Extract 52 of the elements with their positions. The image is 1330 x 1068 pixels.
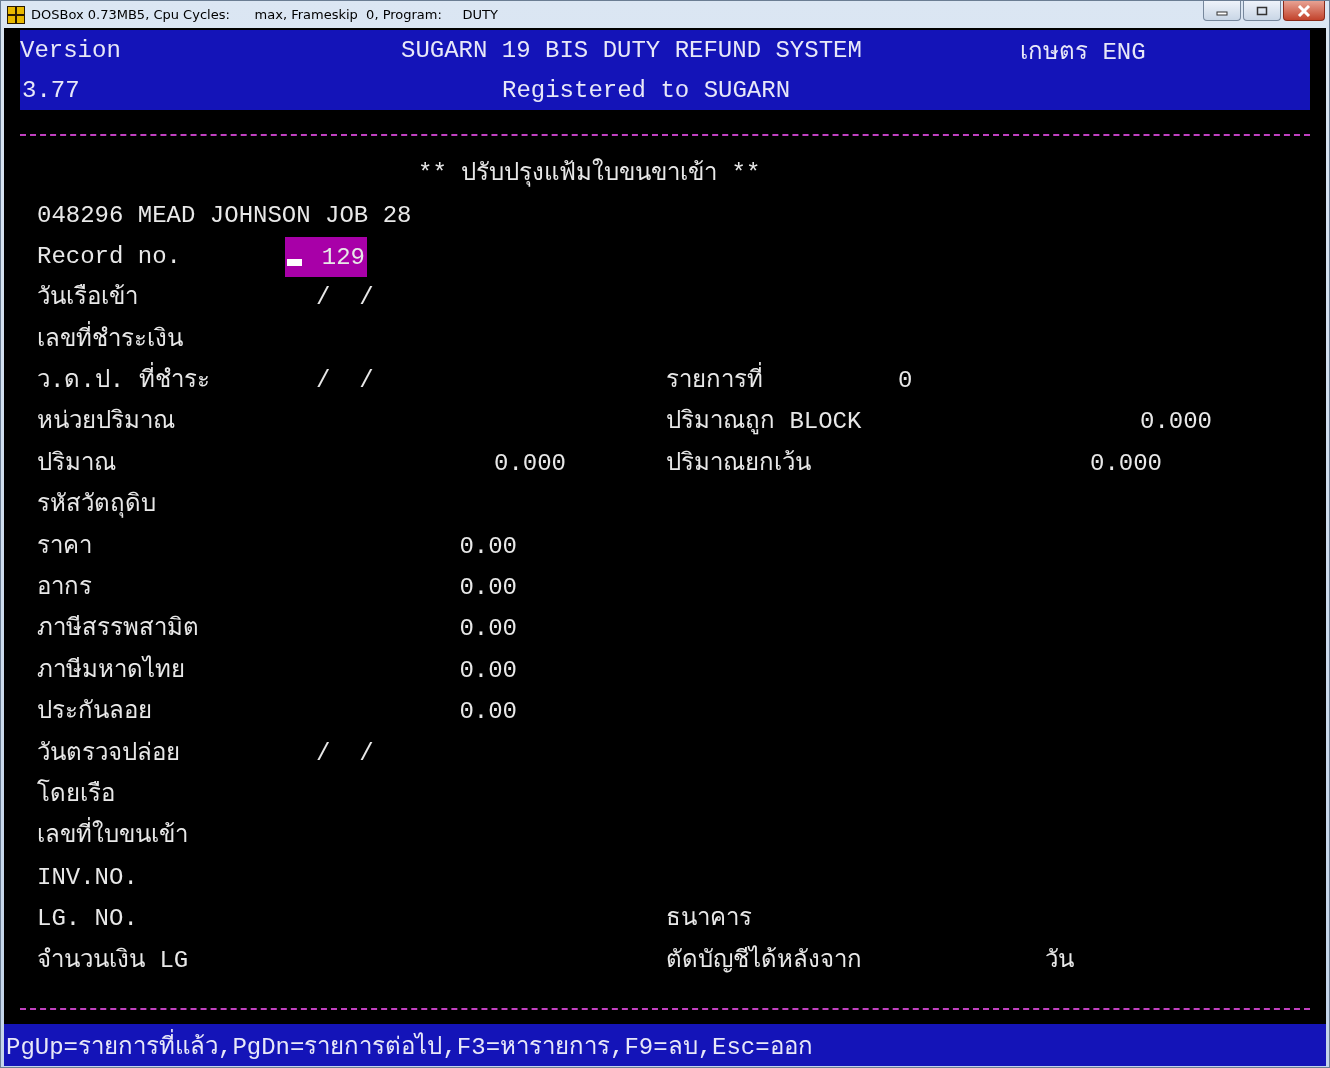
version-label: Version (20, 36, 122, 64)
close-button[interactable] (1283, 1, 1325, 21)
field-label: ปริมาณยกเว้น (666, 448, 812, 479)
field-label: Record no. (37, 241, 182, 272)
field-label: วันตรวจปล่อย (37, 738, 180, 769)
field-label: อากร (37, 573, 92, 603)
date-value: / / (315, 366, 374, 397)
registration-text: Registered to SUGARN (502, 76, 791, 104)
amount-value: 0.00 (458, 655, 517, 686)
field-label: ปริมาณ (37, 448, 116, 479)
field-label: หน่วยปริมาณ (37, 407, 175, 438)
amount-value: 0.00 (458, 531, 517, 562)
field-label: โดยเรือ (37, 778, 115, 810)
window-title: DOSBox 0.73MB5, Cpu Cycles: max, Frameskip 0, Program: DUTY (31, 7, 499, 22)
amount-value: 0.00 (458, 573, 517, 603)
maximize-icon (1256, 5, 1268, 16)
company-text: 048296 MEAD JOHNSON JOB 28 (37, 200, 412, 231)
field-label: วันเรือเข้า (37, 283, 138, 314)
quantity-value: 0.000 (1139, 407, 1212, 438)
field-label: ว.ด.ป. ที่ชำระ (37, 362, 210, 401)
system-title: SUGARN 19 BIS DUTY REFUND SYSTEM (401, 36, 863, 64)
item-number: 0 (898, 366, 913, 397)
cursor-icon (287, 258, 302, 266)
field-label: ประกันลอย (37, 697, 152, 728)
field-label: ธนาคาร (666, 904, 753, 935)
unit-label: วัน (1044, 945, 1074, 976)
amount-value: 0.00 (458, 697, 517, 728)
close-icon (1297, 4, 1311, 17)
field-label: INV.NO. (37, 862, 138, 893)
language-label: เกษตร ENG (1020, 37, 1146, 68)
field-label: ตัดบัญชีได้หลังจาก (666, 944, 863, 976)
form-title: ** ปรับปรุงแฟ้มใบขนขาเข้า ** (418, 157, 761, 190)
field-label: ภาษีสรรพสามิต (37, 614, 199, 645)
quantity-value: 0.000 (1089, 448, 1162, 479)
app-icon (7, 5, 25, 24)
date-value: / / (315, 283, 374, 314)
date-value: / / (315, 738, 374, 769)
field-label: LG. NO. (37, 904, 138, 935)
field-label: รายการที่ (666, 362, 898, 401)
record-input[interactable]: 129 (285, 237, 367, 278)
field-label: เลขที่ใบขนเข้า (37, 817, 188, 856)
maximize-button[interactable] (1243, 1, 1281, 21)
field-label: ภาษีมหาดไทย (37, 654, 185, 686)
key-help-text: PgUp=รายการที่แล้ว,PgDn=รายการต่อไป,F3=หารายการ,F9=ลบ,Esc=ออก (6, 1025, 813, 1065)
version-number: 3.77 (21, 76, 81, 104)
field-label: จำนวนเงิน LG (37, 945, 189, 976)
field-label: รหัสวัตถุดิบ (37, 490, 156, 521)
field-label: ราคา (37, 531, 92, 562)
amount-value: 0.00 (458, 614, 517, 645)
field-label: เลขที่ชำระเงิน (37, 320, 183, 360)
field-label: ปริมาณถูก BLOCK (666, 407, 863, 438)
quantity-value: 0.000 (493, 448, 566, 479)
